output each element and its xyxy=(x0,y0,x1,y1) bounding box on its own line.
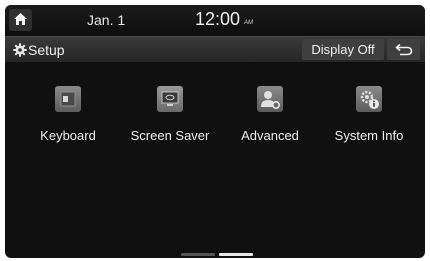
back-button[interactable] xyxy=(387,39,420,60)
home-icon xyxy=(14,13,27,25)
menu-item-label: System Info xyxy=(334,128,404,143)
menu-item-label: Advanced xyxy=(241,128,299,143)
keyboard-icon xyxy=(55,86,81,112)
advanced-icon xyxy=(257,86,283,112)
menu-item-keyboard[interactable]: Keyboard xyxy=(30,83,106,153)
clock-ampm: AM xyxy=(244,20,253,26)
system-info-icon xyxy=(356,86,382,112)
page-dot-2-active[interactable] xyxy=(219,253,253,256)
status-bar: Jan. 1 12:00 AM xyxy=(5,5,425,36)
page-title: Setup xyxy=(28,42,65,58)
gear-icon xyxy=(13,43,27,57)
menu-item-screen-saver[interactable]: Screen Saver xyxy=(120,83,220,153)
title-bar: Setup Display Off xyxy=(5,36,425,62)
setup-screen: Jan. 1 12:00 AM Setup Display Off Keyboa… xyxy=(5,5,425,258)
back-arrow-icon xyxy=(395,43,413,56)
menu-item-system-info[interactable]: System Info xyxy=(325,83,413,153)
menu-item-advanced[interactable]: Advanced xyxy=(230,83,310,153)
setup-menu: Keyboard Screen Saver Advanced System In… xyxy=(5,83,425,153)
date-text: Jan. 1 xyxy=(87,12,126,28)
home-button[interactable] xyxy=(9,9,32,31)
page-indicator xyxy=(5,253,425,257)
page-dot-1[interactable] xyxy=(181,253,215,256)
menu-item-label: Keyboard xyxy=(40,128,96,143)
display-off-button[interactable]: Display Off xyxy=(302,39,384,60)
clock-time: 12:00 xyxy=(195,9,241,29)
screen-saver-icon xyxy=(157,86,183,112)
menu-item-label: Screen Saver xyxy=(130,128,210,143)
